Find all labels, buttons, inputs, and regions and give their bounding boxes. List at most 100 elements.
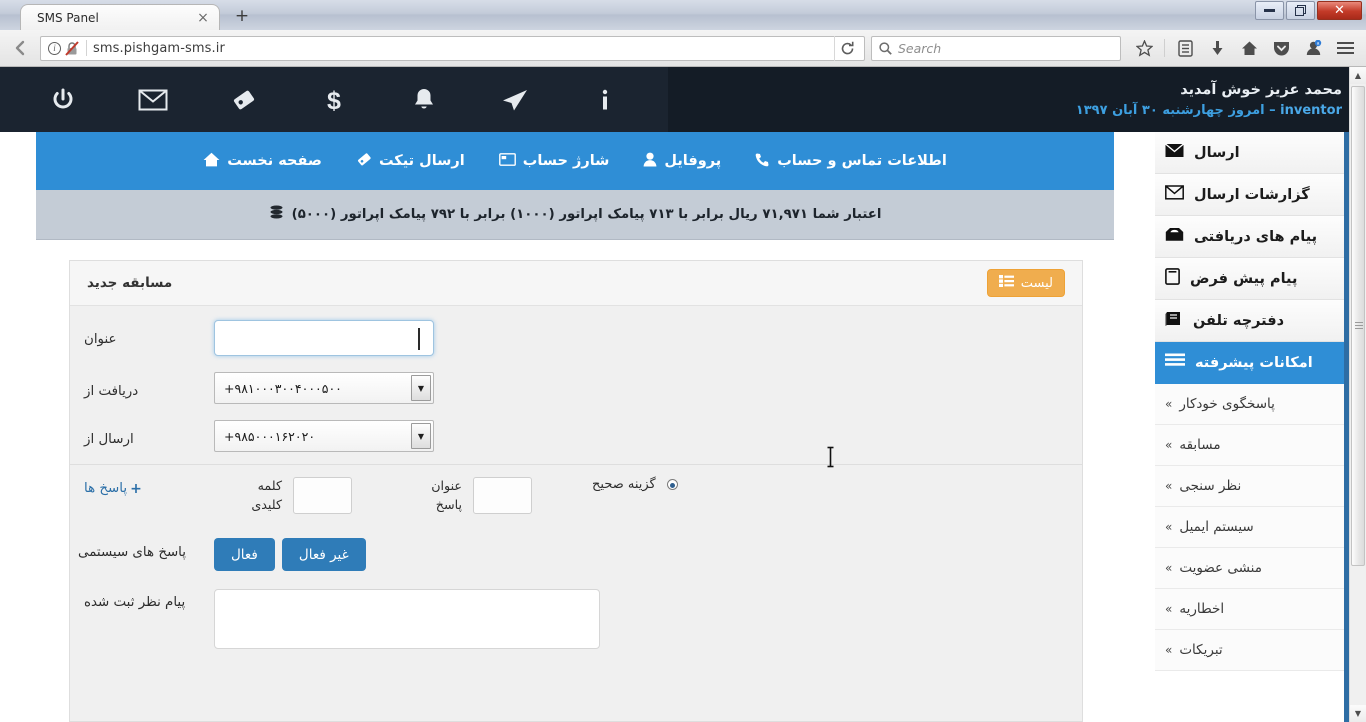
user-icon xyxy=(643,152,657,171)
sidebar: ارسال گزارشات ارسال پیام های دریافتی پیا… xyxy=(1155,132,1349,722)
new-tab-button[interactable]: + xyxy=(232,7,252,25)
pocket-shield-icon[interactable] xyxy=(1266,34,1296,62)
search-input[interactable]: Search xyxy=(871,35,1121,61)
answer-title-label: عنوان پاسخ xyxy=(431,478,462,512)
power-icon[interactable] xyxy=(18,67,108,132)
bell-icon[interactable] xyxy=(379,67,469,132)
credit-card-icon xyxy=(498,152,516,170)
form-row-answers: گزینه صحیح عنوان پاسخ کلمه کلیدی + پاسخ … xyxy=(70,464,1082,522)
info-icon[interactable] xyxy=(560,67,650,132)
nav-label: پروفایل xyxy=(664,153,722,169)
title-input[interactable] xyxy=(214,320,434,356)
nav-home[interactable]: صفحه نخست xyxy=(203,152,322,171)
sidebar-item-phonebook[interactable]: دفترچه تلفن xyxy=(1155,300,1344,342)
add-answer-icon[interactable]: + xyxy=(130,481,142,497)
registered-message-label: پیام نظر ثبت شده xyxy=(84,595,186,610)
form-row-system-answers: غیر فعال فعال پاسخ های سیستمی xyxy=(70,522,1082,579)
chevron-icon: » xyxy=(1165,397,1173,411)
browser-toolbar: i sms.pishgam-sms.ir Search a xyxy=(0,30,1366,67)
sidebar-subitem-membership[interactable]: منشی عضویت » xyxy=(1155,548,1344,589)
sidebar-item-advanced-features[interactable]: امکانات پیشرفته xyxy=(1155,342,1344,384)
chevron-down-icon[interactable]: ▼ xyxy=(411,423,431,449)
active-button[interactable]: فعال xyxy=(214,538,275,571)
paper-plane-icon[interactable] xyxy=(469,67,559,132)
list-button[interactable]: لیست xyxy=(986,269,1065,297)
send-from-value: +۹۸۵۰۰۰۱۶۲۰۲۰ xyxy=(224,428,316,444)
sidebar-item-default-message[interactable]: پیام پیش فرض xyxy=(1155,258,1344,300)
svg-text:a: a xyxy=(1316,40,1319,45)
envelope-icon[interactable] xyxy=(108,67,198,132)
info-icon[interactable]: i xyxy=(48,41,61,55)
registered-message-textarea[interactable] xyxy=(214,589,600,649)
sidebar-item-send[interactable]: ارسال xyxy=(1155,132,1344,174)
list-button-label: لیست xyxy=(1020,275,1053,291)
restore-button[interactable] xyxy=(1286,1,1315,20)
answer-title-input[interactable] xyxy=(473,477,532,514)
toolbar-separator xyxy=(1164,39,1165,57)
sidebar-subitem-label: نظر سنجی xyxy=(1179,478,1242,494)
nav-label: صفحه نخست xyxy=(227,153,322,169)
sidebar-subitem-contest[interactable]: مسابقه » xyxy=(1155,425,1344,466)
browser-titlebar: SMS Panel × + ✕ xyxy=(0,0,1366,30)
nav-label: ارسال تیکت xyxy=(378,153,465,169)
scrollbar-thumb[interactable] xyxy=(1351,86,1365,566)
nav-contact-info[interactable]: اطلاعات تماس و حساب xyxy=(755,152,947,171)
inactive-button[interactable]: غیر فعال xyxy=(281,538,366,571)
panel-title: مسابقه جدید xyxy=(87,275,173,291)
dollar-icon[interactable]: $ xyxy=(289,67,379,132)
home-icon xyxy=(203,152,220,171)
browser-tab[interactable]: SMS Panel × xyxy=(20,4,220,30)
library-icon[interactable] xyxy=(1170,34,1200,62)
account-icon[interactable]: a xyxy=(1298,34,1328,62)
page-scrollbar[interactable]: ▲ ▼ xyxy=(1349,67,1366,722)
search-icon xyxy=(879,41,892,55)
title-label: عنوان xyxy=(84,332,117,347)
nav-charge-account[interactable]: شارژ حساب xyxy=(498,152,610,170)
nav-profile[interactable]: پروفایل xyxy=(643,152,721,171)
inbox-icon xyxy=(1165,227,1184,246)
sidebar-subitem-congratulations[interactable]: تبریکات » xyxy=(1155,630,1344,671)
back-icon[interactable] xyxy=(6,34,36,62)
window-controls: ✕ xyxy=(1255,1,1362,20)
tag-icon[interactable] xyxy=(199,67,289,132)
sidebar-item-label: پیام پیش فرض xyxy=(1190,270,1298,287)
close-button[interactable]: ✕ xyxy=(1317,1,1362,20)
form-box: لیست مسابقه جدید عنوان +۹۸۱۰۰۰۳۰۰۴۰۰۰۵۰۰… xyxy=(69,260,1083,722)
download-icon[interactable] xyxy=(1202,34,1232,62)
sidebar-subitem-survey[interactable]: نظر سنجی » xyxy=(1155,466,1344,507)
sidebar-subitem-autoresponder[interactable]: پاسخگوی خودکار » xyxy=(1155,384,1344,425)
receive-from-select[interactable]: +۹۸۱۰۰۰۳۰۰۴۰۰۰۵۰۰ ▼ xyxy=(214,372,434,404)
bookmark-star-icon[interactable] xyxy=(1129,34,1159,62)
correct-option-radio[interactable] xyxy=(666,479,678,490)
list-icon xyxy=(998,275,1014,291)
note-icon xyxy=(1165,268,1180,289)
chevron-down-icon[interactable]: ▼ xyxy=(411,375,431,401)
toolbar-icons: a xyxy=(1129,34,1360,62)
nav-label: شارژ حساب xyxy=(522,153,610,169)
nav-send-ticket[interactable]: ارسال تیکت xyxy=(356,151,465,171)
form-body: عنوان +۹۸۱۰۰۰۳۰۰۴۰۰۰۵۰۰ ▼ دریافت از +۹۸۵… xyxy=(70,306,1082,657)
credit-text: اعتبار شما ۷۱,۹۷۱ ریال برابر با ۷۱۳ پیام… xyxy=(291,207,882,222)
chevron-icon: » xyxy=(1165,602,1173,616)
sidebar-item-label: ارسال xyxy=(1194,144,1240,161)
url-bar[interactable]: i sms.pishgam-sms.ir xyxy=(40,35,865,61)
lock-crossed-icon[interactable] xyxy=(65,40,79,56)
close-icon[interactable]: × xyxy=(195,11,211,25)
keyword-input[interactable] xyxy=(293,477,352,514)
sidebar-item-send-reports[interactable]: گزارشات ارسال xyxy=(1155,174,1344,216)
chevron-icon: » xyxy=(1165,520,1173,534)
scroll-up-icon[interactable]: ▲ xyxy=(1350,67,1366,84)
sidebar-subitem-warning[interactable]: اخطاریه » xyxy=(1155,589,1344,630)
sidebar-subitem-label: تبریکات xyxy=(1179,642,1223,658)
send-from-select[interactable]: +۹۸۵۰۰۰۱۶۲۰۲۰ ▼ xyxy=(214,420,434,452)
sidebar-item-received-messages[interactable]: پیام های دریافتی xyxy=(1155,216,1344,258)
sidebar-subitem-email-system[interactable]: سیستم ایمیل » xyxy=(1155,507,1344,548)
sidebar-subitem-label: سیستم ایمیل xyxy=(1179,519,1254,535)
scroll-down-icon[interactable]: ▼ xyxy=(1350,705,1366,722)
menu-icon[interactable] xyxy=(1330,34,1360,62)
sidebar-item-label: پیام های دریافتی xyxy=(1194,228,1318,245)
site-identity[interactable]: i xyxy=(45,40,84,56)
home-icon[interactable] xyxy=(1234,34,1264,62)
reload-icon[interactable] xyxy=(834,35,860,61)
minimize-button[interactable] xyxy=(1255,1,1284,20)
